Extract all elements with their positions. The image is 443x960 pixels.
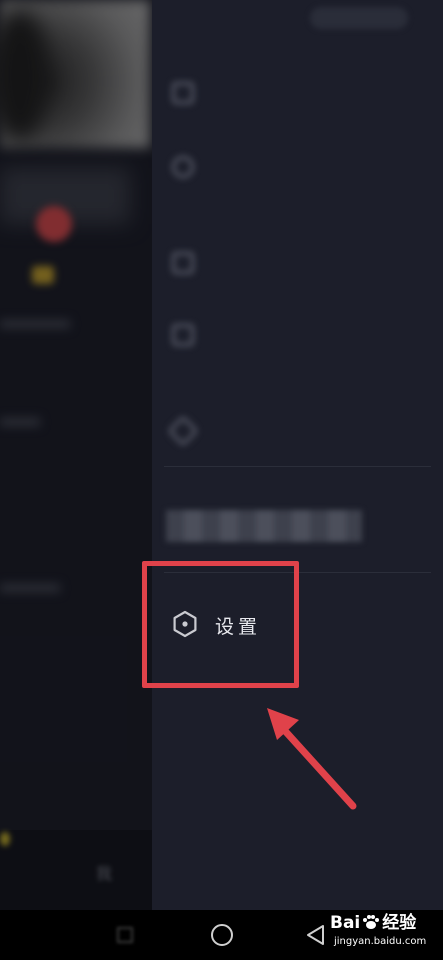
settings-menu-item[interactable]: 设置 (152, 588, 292, 660)
divider (164, 572, 431, 573)
divider (164, 466, 431, 467)
menu-item-icon (172, 324, 194, 346)
background-profile-page[interactable]: 我 (0, 0, 152, 910)
circle-icon[interactable] (211, 924, 233, 946)
dim-overlay[interactable] (0, 0, 152, 910)
drawer-menu-item[interactable] (152, 234, 443, 294)
settings-icon (171, 610, 199, 638)
side-drawer: 设置 (152, 0, 443, 910)
menu-item-icon (172, 252, 194, 274)
drawer-menu-item[interactable] (152, 64, 443, 124)
drawer-menu-item[interactable] (152, 402, 443, 462)
menu-item-icon (167, 415, 199, 447)
drawer-menu-item[interactable] (152, 306, 443, 366)
square-icon[interactable] (117, 927, 133, 943)
menu-item-icon (172, 82, 194, 104)
menu-item-icon (172, 156, 194, 178)
drawer-menu-item[interactable] (152, 138, 443, 198)
settings-label: 设置 (215, 616, 262, 638)
system-nav-bar (0, 910, 443, 960)
back-triangle-icon[interactable] (306, 924, 326, 946)
drawer-top-button[interactable] (310, 7, 408, 29)
blurred-info-row (166, 510, 362, 542)
screen: 我 设置 Bai 经验 jingyan.baidu.com (0, 0, 443, 960)
